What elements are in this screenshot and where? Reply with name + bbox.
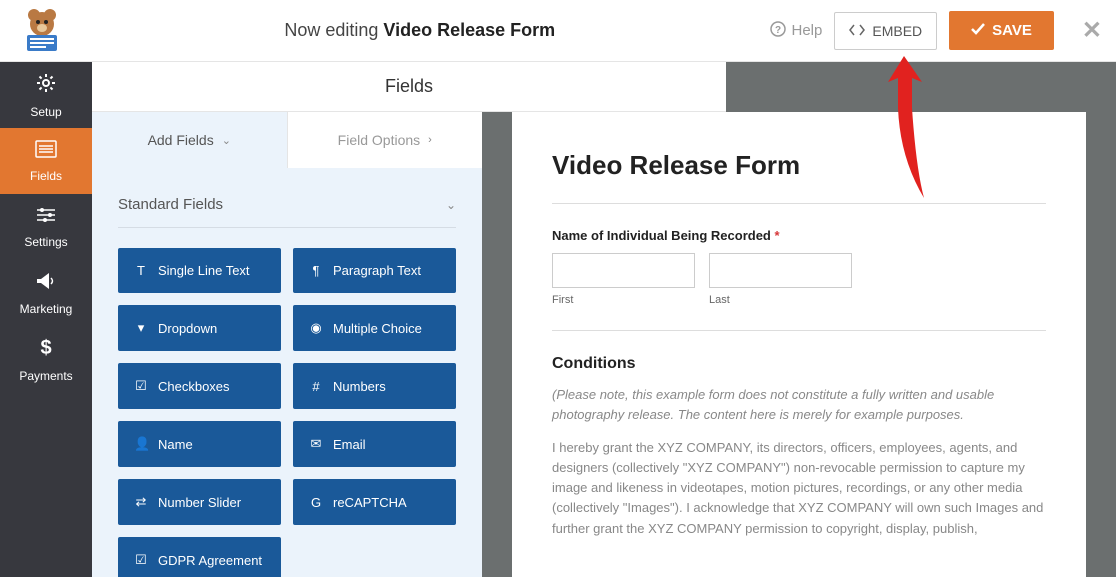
list-icon	[35, 140, 57, 164]
user-icon: 👤	[134, 436, 148, 452]
chevron-down-icon: ⌄	[446, 198, 456, 212]
tab-add-fields[interactable]: Add Fields ⌄	[92, 112, 287, 168]
field-dropdown[interactable]: ▾Dropdown	[118, 305, 281, 351]
field-single-line-text[interactable]: TSingle Line Text	[118, 248, 281, 293]
radio-icon: ◉	[309, 320, 323, 336]
name-field-label: Name of Individual Being Recorded *	[552, 228, 1046, 243]
form-title: Video Release Form	[552, 150, 1046, 204]
field-multiple-choice[interactable]: ◉Multiple Choice	[293, 305, 456, 351]
code-icon	[849, 23, 865, 39]
sliders-icon	[35, 206, 57, 230]
first-sublabel: First	[552, 294, 695, 306]
dropdown-icon: ▾	[134, 320, 148, 336]
last-name-input[interactable]	[709, 253, 852, 288]
svg-text:$: $	[40, 337, 51, 358]
conditions-title: Conditions	[552, 355, 1046, 373]
leftnav-fields[interactable]: Fields	[0, 128, 92, 194]
first-name-input[interactable]	[552, 253, 695, 288]
checkbox-icon: ☑	[134, 378, 148, 394]
leftnav-setup[interactable]: Setup	[0, 62, 92, 128]
section-title: Fields	[92, 62, 726, 112]
field-email[interactable]: ✉Email	[293, 421, 456, 467]
app-logo	[14, 8, 70, 54]
leftnav-settings[interactable]: Settings	[0, 194, 92, 260]
dollar-icon: $	[39, 336, 53, 364]
tab-field-options[interactable]: Field Options ›	[287, 112, 483, 168]
email-icon: ✉	[309, 436, 323, 452]
field-gdpr[interactable]: ☑GDPR Agreement	[118, 537, 281, 577]
field-number-slider[interactable]: ⇄Number Slider	[118, 479, 281, 525]
gear-icon	[35, 72, 57, 100]
chevron-down-icon: ⌄	[222, 134, 231, 147]
save-button[interactable]: SAVE	[949, 11, 1054, 50]
conditions-note: (Please note, this example form does not…	[552, 385, 1046, 424]
chevron-right-icon: ›	[428, 134, 432, 146]
bullhorn-icon	[35, 271, 57, 297]
field-numbers[interactable]: #Numbers	[293, 363, 456, 409]
embed-button[interactable]: EMBED	[834, 12, 937, 50]
field-paragraph-text[interactable]: ¶Paragraph Text	[293, 248, 456, 293]
leftnav-payments[interactable]: $ Payments	[0, 326, 92, 392]
check-icon	[971, 22, 985, 39]
svg-text:?: ?	[774, 25, 780, 36]
field-recaptcha[interactable]: GreCAPTCHA	[293, 479, 456, 525]
page-title: Now editing Video Release Form	[70, 20, 770, 41]
hash-icon: #	[309, 379, 323, 394]
form-preview-area: Video Release Form Name of Individual Be…	[482, 62, 1116, 577]
close-icon[interactable]: ✕	[1082, 16, 1102, 45]
standard-fields-header[interactable]: Standard Fields ⌄	[118, 186, 456, 228]
field-checkboxes[interactable]: ☑Checkboxes	[118, 363, 281, 409]
text-icon: T	[134, 263, 148, 278]
leftnav-marketing[interactable]: Marketing	[0, 260, 92, 326]
field-name[interactable]: 👤Name	[118, 421, 281, 467]
last-sublabel: Last	[709, 294, 852, 306]
conditions-text: I hereby grant the XYZ COMPANY, its dire…	[552, 438, 1046, 539]
paragraph-icon: ¶	[309, 263, 323, 278]
google-icon: G	[309, 495, 323, 510]
leftnav: Setup Fields Settings Marketing $ Paymen…	[0, 62, 92, 577]
help-link[interactable]: ? Help	[770, 21, 823, 41]
help-icon: ?	[770, 21, 786, 41]
check-icon: ☑	[134, 552, 148, 568]
slider-icon: ⇄	[134, 494, 148, 510]
